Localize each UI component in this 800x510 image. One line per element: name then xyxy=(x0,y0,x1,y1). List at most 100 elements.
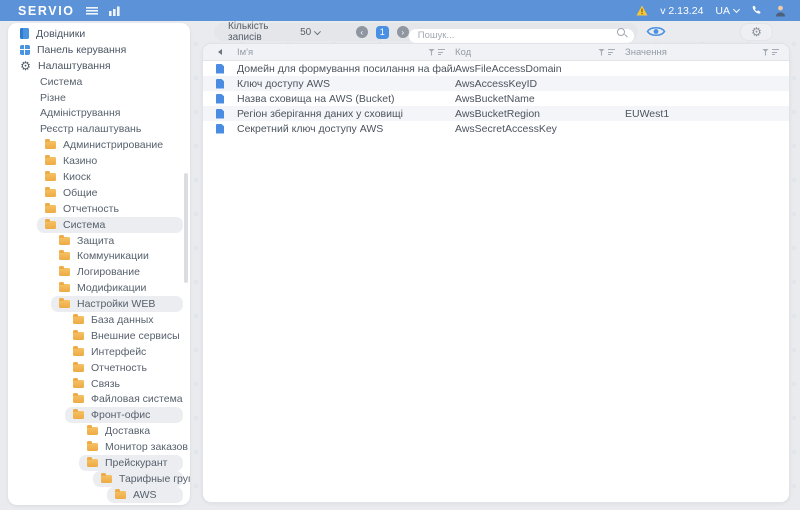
tree-item[interactable]: База данных xyxy=(65,312,183,328)
collapse-column-header[interactable] xyxy=(203,49,237,55)
file-icon xyxy=(216,109,224,119)
folder-icon xyxy=(59,268,70,276)
tree-item[interactable]: Коммуникации xyxy=(51,248,183,264)
setting-name: Назва сховища на AWS (Bucket) xyxy=(237,93,455,105)
tree-item[interactable]: Киоск xyxy=(37,169,183,185)
topbar: SERVIO v 2.13.24 UA xyxy=(0,0,800,21)
folder-icon xyxy=(45,157,56,165)
tree-item[interactable]: Настройки WEB xyxy=(51,296,183,312)
tree-item[interactable]: Панель керування xyxy=(12,42,183,58)
file-icon xyxy=(216,64,224,74)
tree-item[interactable]: Модификации xyxy=(51,280,183,296)
folder-icon xyxy=(45,189,56,197)
current-page-button[interactable]: 1 xyxy=(376,26,389,39)
tree-item[interactable]: Налаштування xyxy=(12,58,183,74)
table-body: Домейн для формування посилання на файл … xyxy=(203,61,789,136)
pagination: ‹ 1 › xyxy=(356,26,409,39)
column-header-code[interactable]: Код xyxy=(455,47,625,58)
gear-icon xyxy=(20,60,31,72)
folder-icon xyxy=(73,364,84,372)
sort-icon[interactable] xyxy=(438,49,445,56)
search-icon xyxy=(617,28,625,36)
brand-logo: SERVIO xyxy=(18,4,75,18)
column-header-value[interactable]: Значення xyxy=(625,47,789,58)
tree-item[interactable]: Фронт-офис xyxy=(65,407,183,423)
tree-item[interactable]: Різне xyxy=(32,90,183,106)
tree-item[interactable]: Система xyxy=(37,217,183,233)
table-row[interactable]: Домейн для формування посилання на файл … xyxy=(203,61,789,76)
setting-name: Домейн для формування посилання на файл … xyxy=(237,63,455,75)
records-per-page-selector[interactable]: Кількість записів 50 xyxy=(228,21,320,43)
warning-icon[interactable] xyxy=(636,5,648,16)
sidebar-scrollbar[interactable] xyxy=(184,173,188,283)
sidebar: Довідники Панель керування Налаштування … xyxy=(8,23,190,505)
setting-name: Секретний ключ доступу AWS xyxy=(237,123,455,135)
setting-name: Регіон зберігання даних у сховищі xyxy=(237,108,455,120)
folder-icon xyxy=(45,173,56,181)
folder-icon xyxy=(45,221,56,229)
folder-icon xyxy=(45,141,56,149)
setting-code: AwsBucketRegion xyxy=(455,108,625,120)
file-icon xyxy=(216,124,224,134)
setting-value: EUWest1 xyxy=(625,108,789,120)
tree-item[interactable]: Отчетность xyxy=(65,360,183,376)
folder-icon xyxy=(73,411,84,419)
column-header-name[interactable]: Ім'я xyxy=(237,47,455,58)
sort-icon[interactable] xyxy=(772,49,779,56)
filter-icon[interactable] xyxy=(428,49,435,56)
folder-icon xyxy=(115,491,126,499)
hamburger-menu-icon[interactable] xyxy=(86,7,98,15)
folder-icon xyxy=(101,475,112,483)
tree-item[interactable]: Логирование xyxy=(51,264,183,280)
filter-icon[interactable] xyxy=(762,49,769,56)
table-row[interactable]: Секретний ключ доступу AWS AwsSecretAcce… xyxy=(203,121,789,136)
tree-item[interactable]: Прейскурант xyxy=(79,455,183,471)
tree-item[interactable]: Тарифные группы xyxy=(93,471,183,487)
folder-icon xyxy=(73,395,84,403)
user-avatar[interactable] xyxy=(775,5,786,17)
chevron-down-icon xyxy=(314,28,321,35)
table-row[interactable]: Назва сховища на AWS (Bucket) AwsBucketN… xyxy=(203,91,789,106)
folder-icon xyxy=(73,332,84,340)
table-settings-gear-icon[interactable] xyxy=(740,23,773,41)
tree-item[interactable]: Довідники xyxy=(12,26,183,42)
phone-icon[interactable] xyxy=(751,5,763,17)
folder-icon xyxy=(59,300,70,308)
chart-icon[interactable] xyxy=(109,6,122,16)
search-input[interactable] xyxy=(409,29,634,43)
tree-item[interactable]: Система xyxy=(32,74,183,90)
tree-item[interactable]: Защита xyxy=(51,233,183,249)
prev-page-button[interactable]: ‹ xyxy=(356,26,368,38)
folder-icon xyxy=(87,443,98,451)
visibility-eye-icon[interactable] xyxy=(646,25,666,38)
collapse-left-icon xyxy=(218,49,222,55)
tree-item[interactable]: Общие xyxy=(37,185,183,201)
tree-item[interactable]: Администрирование xyxy=(37,137,183,153)
records-count: 50 xyxy=(300,27,311,38)
tree-item[interactable]: Отчетность xyxy=(37,201,183,217)
tree-item[interactable]: Доставка xyxy=(79,423,183,439)
folder-icon xyxy=(59,237,70,245)
tree-item[interactable]: Реєстр налаштувань xyxy=(32,121,183,137)
tree-item[interactable]: Казино xyxy=(37,153,183,169)
next-page-button[interactable]: › xyxy=(397,26,409,38)
tree-item[interactable]: Адміністрування xyxy=(32,105,183,121)
tree-item[interactable]: Монитор заказов xyxy=(79,439,183,455)
search-box xyxy=(409,25,634,39)
table-row[interactable]: Регіон зберігання даних у сховищі AwsBuc… xyxy=(203,106,789,121)
setting-code: AwsFileAccessDomain xyxy=(455,63,625,75)
table-row[interactable]: Ключ доступу AWS AwsAccessKeyID xyxy=(203,76,789,91)
setting-code: AwsBucketName xyxy=(455,93,625,105)
setting-name: Ключ доступу AWS xyxy=(237,78,455,90)
sort-icon[interactable] xyxy=(608,49,615,56)
toolbar: Кількість записів 50 ‹ 1 › xyxy=(214,23,638,41)
tree-item[interactable]: AWS xyxy=(107,487,183,503)
language-selector[interactable]: UA xyxy=(715,5,739,17)
filter-icon[interactable] xyxy=(598,49,605,56)
folder-icon xyxy=(73,348,84,356)
tree-item[interactable]: Интерфейс xyxy=(65,344,183,360)
tree-item[interactable]: Связь xyxy=(65,376,183,392)
tree-item[interactable]: Файловая система xyxy=(65,391,183,407)
setting-code: AwsAccessKeyID xyxy=(455,78,625,90)
tree-item[interactable]: Внешние сервисы xyxy=(65,328,183,344)
